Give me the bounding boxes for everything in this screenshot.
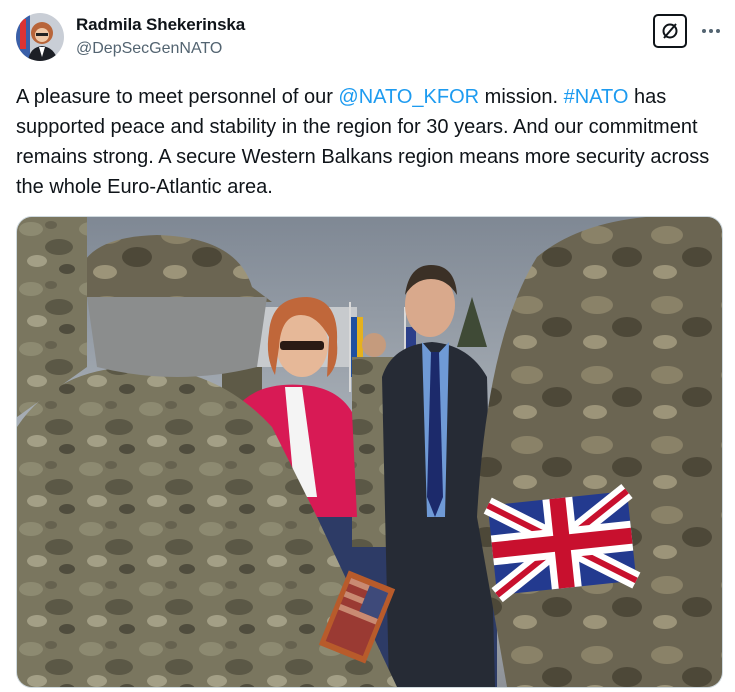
tweet-text-segment: A pleasure to meet personnel of our [16, 86, 339, 108]
avatar-photo [16, 13, 64, 61]
more-options-icon [702, 29, 720, 33]
author-avatar[interactable] [16, 13, 64, 61]
tweet-photo[interactable] [16, 216, 723, 688]
tweet-text-segment: mission. [479, 86, 564, 108]
more-options-button[interactable] [697, 18, 725, 44]
tweet-text: A pleasure to meet personnel of our @NAT… [16, 82, 718, 202]
author-handle[interactable]: @DepSecGenNATO [76, 39, 222, 59]
hashtag-link[interactable]: #NATO [564, 86, 629, 108]
photo-scene [17, 217, 722, 687]
grok-button[interactable] [653, 14, 687, 48]
author-name[interactable]: Radmila Shekerinska [76, 14, 245, 36]
tweet-card: Radmila Shekerinska @DepSecGenNATO A ple… [0, 0, 735, 692]
grok-icon [662, 23, 678, 39]
mention-link[interactable]: @NATO_KFOR [338, 86, 479, 108]
